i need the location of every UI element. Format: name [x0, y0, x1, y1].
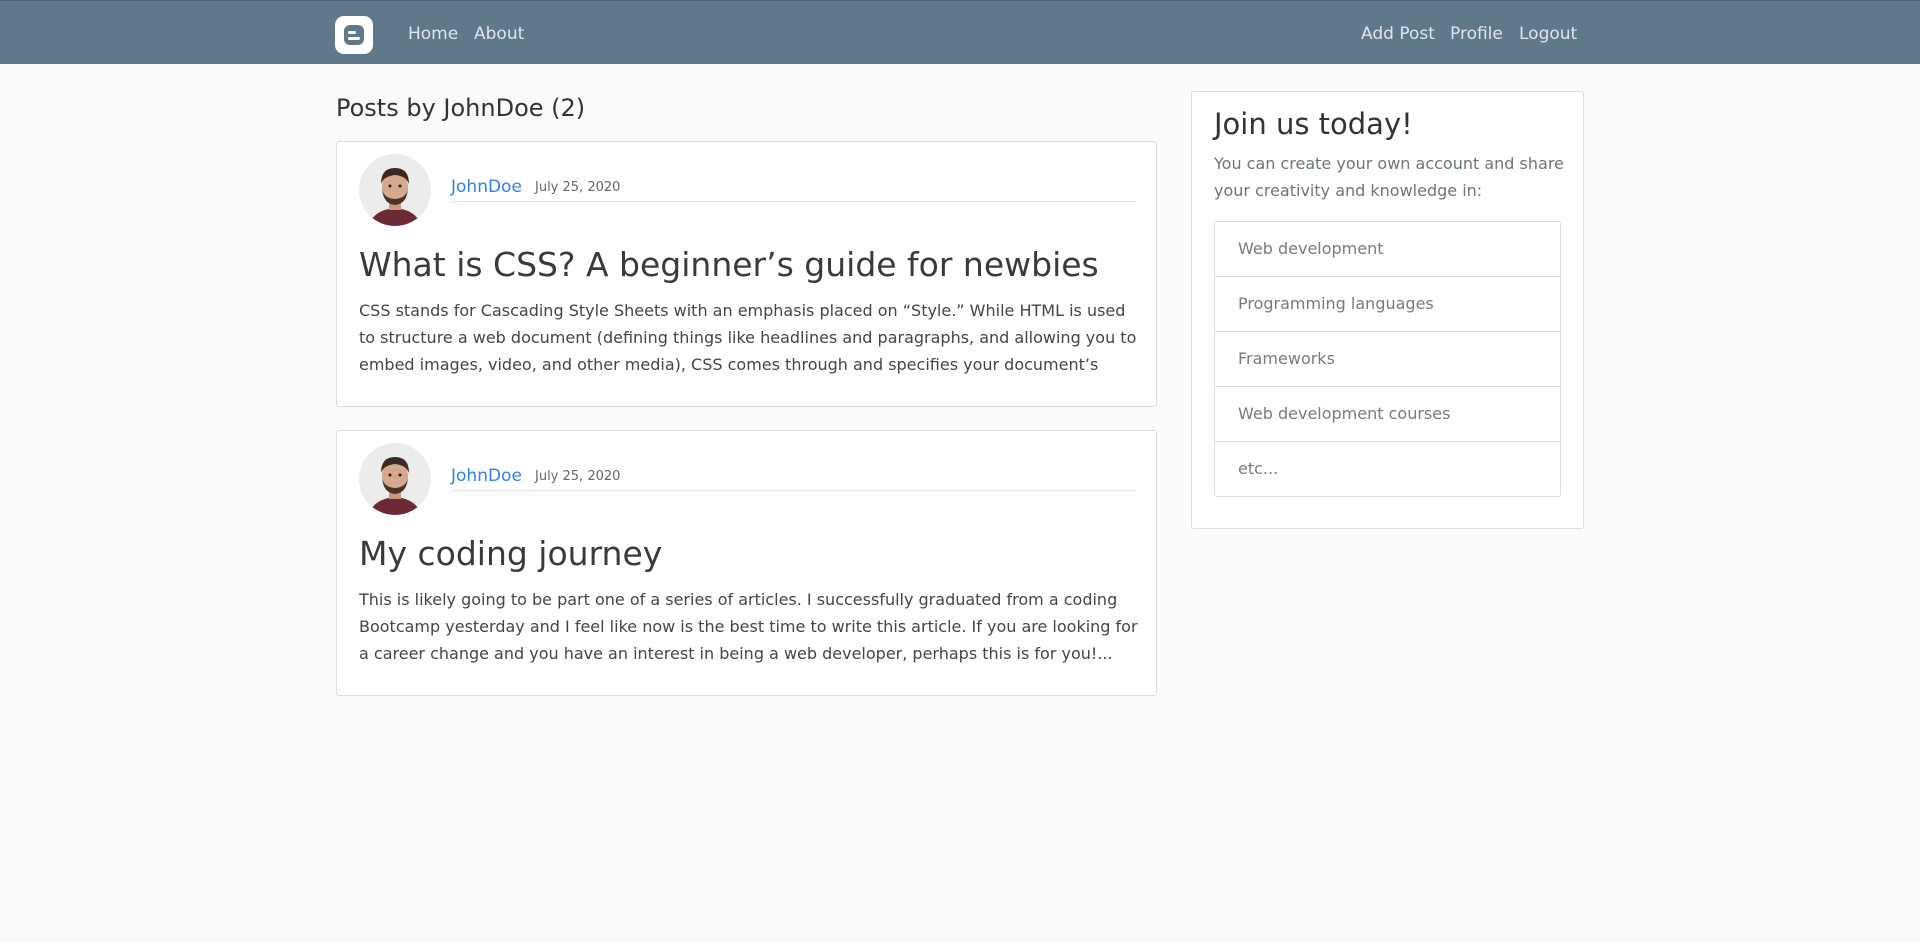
- post-date: July 25, 2020: [535, 180, 621, 195]
- author-link[interactable]: JohnDoe: [451, 464, 522, 488]
- post-excerpt: This is likely going to be part one of a…: [359, 590, 1138, 663]
- topic-list: Web development Programming languages Fr…: [1214, 221, 1561, 497]
- post-title-link[interactable]: My coding journey: [359, 532, 662, 576]
- author-avatar[interactable]: [359, 443, 431, 515]
- topic-item-etc[interactable]: etc...: [1215, 441, 1560, 496]
- nav-link-home[interactable]: Home: [408, 22, 458, 46]
- author-avatar[interactable]: [359, 154, 431, 226]
- post-card: JohnDoe July 25, 2020 My coding journey …: [336, 430, 1157, 696]
- topic-item-web-development[interactable]: Web development: [1215, 222, 1560, 276]
- post-meta: JohnDoe July 25, 2020: [451, 175, 1136, 202]
- post-excerpt: CSS stands for Cascading Style Sheets wi…: [359, 301, 1137, 374]
- topic-item-programming-languages[interactable]: Programming languages: [1215, 276, 1560, 331]
- post-date: July 25, 2020: [535, 469, 621, 484]
- post-title-link[interactable]: What is CSS? A beginner’s guide for newb…: [359, 243, 1099, 287]
- topic-item-web-development-courses[interactable]: Web development courses: [1215, 386, 1560, 441]
- post-meta: JohnDoe July 25, 2020: [451, 464, 1136, 491]
- blogger-logo-icon[interactable]: [335, 16, 373, 54]
- page-title: Posts by JohnDoe (2): [336, 94, 586, 122]
- nav-link-profile[interactable]: Profile: [1450, 22, 1503, 46]
- nav-link-add-post[interactable]: Add Post: [1361, 22, 1435, 46]
- top-navbar: Home About Add Post Profile Logout: [0, 0, 1920, 64]
- sidebar-description: You can create your own account and shar…: [1214, 154, 1564, 200]
- sidebar-title: Join us today!: [1214, 107, 1413, 141]
- author-link[interactable]: JohnDoe: [451, 175, 522, 199]
- nav-link-logout[interactable]: Logout: [1519, 22, 1577, 46]
- topic-item-frameworks[interactable]: Frameworks: [1215, 331, 1560, 386]
- join-sidebar: Join us today! You can create your own a…: [1191, 91, 1584, 529]
- nav-link-about[interactable]: About: [474, 22, 524, 46]
- post-card: JohnDoe July 25, 2020 What is CSS? A beg…: [336, 141, 1157, 407]
